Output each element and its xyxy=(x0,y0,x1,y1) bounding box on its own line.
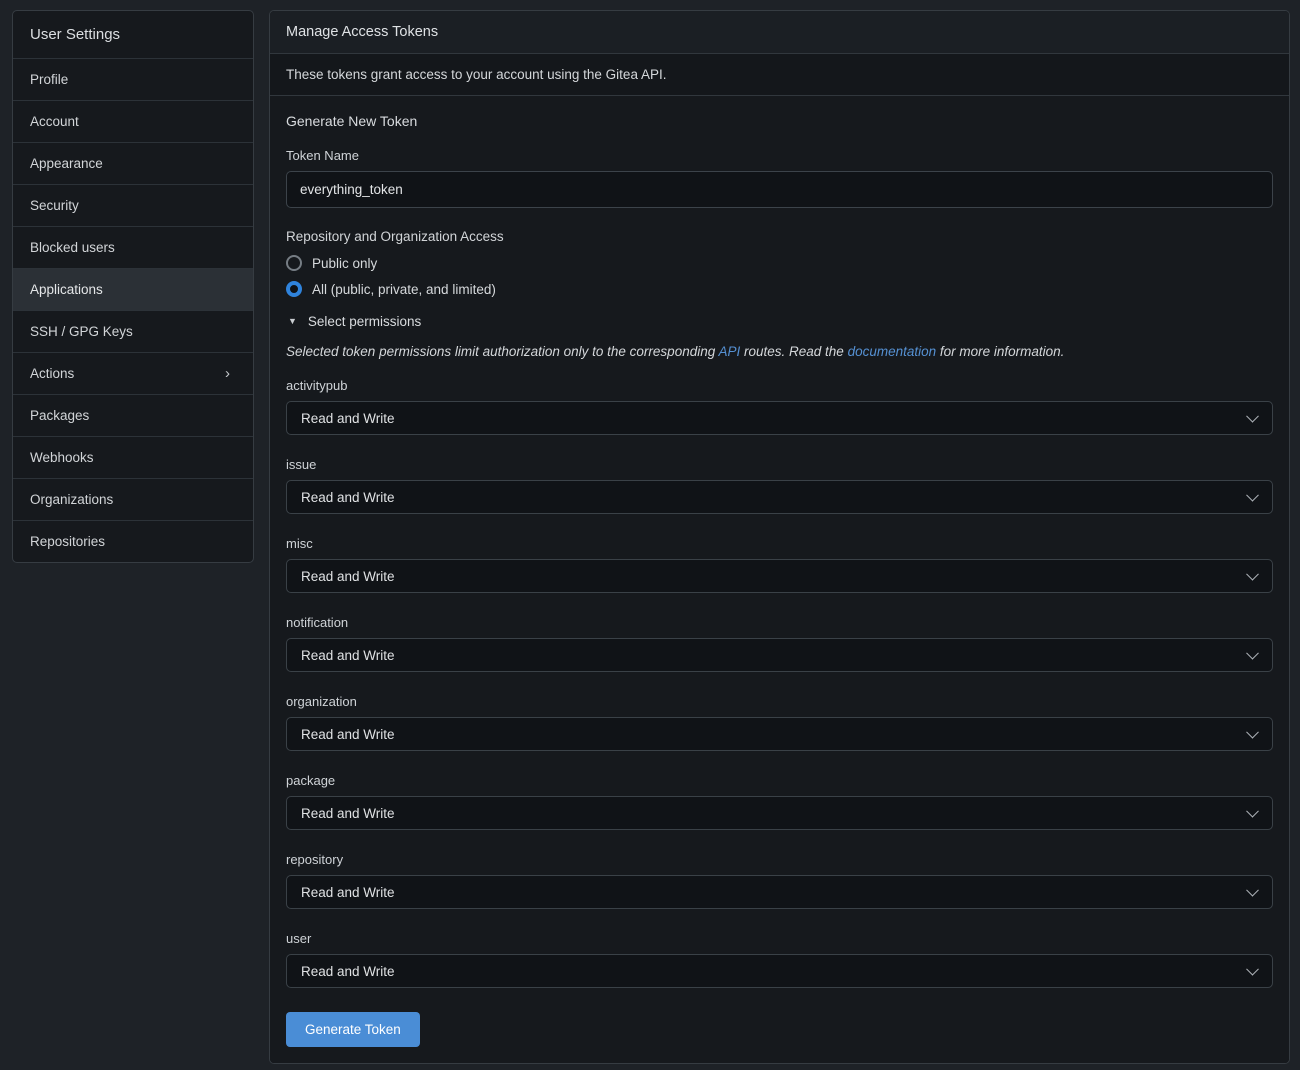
manage-tokens-panel: Manage Access Tokens These tokens grant … xyxy=(269,10,1290,1064)
radio-circle-icon[interactable] xyxy=(286,281,302,297)
sidebar-item-ssh-gpg-keys[interactable]: SSH / GPG Keys xyxy=(13,310,253,352)
sidebar-item-label: Organizations xyxy=(30,492,113,507)
sidebar-item-blocked-users[interactable]: Blocked users xyxy=(13,226,253,268)
chevron-down-icon xyxy=(1246,568,1259,581)
permission-group-user: user Read and Write xyxy=(286,931,1273,988)
panel-description: These tokens grant access to your accoun… xyxy=(270,54,1289,96)
sidebar-item-label: Repositories xyxy=(30,534,105,549)
radio-label: All (public, private, and limited) xyxy=(312,282,496,297)
api-link[interactable]: API xyxy=(718,344,740,359)
permission-select-notification[interactable]: Read and Write xyxy=(286,638,1273,672)
permission-group-misc: misc Read and Write xyxy=(286,536,1273,593)
sidebar-item-label: Security xyxy=(30,198,79,213)
sidebar-item-label: Packages xyxy=(30,408,89,423)
selected-value: Read and Write xyxy=(301,885,395,900)
permission-select-misc[interactable]: Read and Write xyxy=(286,559,1273,593)
chevron-down-icon xyxy=(1246,726,1259,739)
permission-label: activitypub xyxy=(286,378,1273,393)
access-scope-label: Repository and Organization Access xyxy=(286,229,1273,244)
permission-label: user xyxy=(286,931,1273,946)
sidebar-item-appearance[interactable]: Appearance xyxy=(13,142,253,184)
sidebar-item-label: Profile xyxy=(30,72,68,87)
permission-select-user[interactable]: Read and Write xyxy=(286,954,1273,988)
note-text: for more information. xyxy=(936,344,1064,359)
documentation-link[interactable]: documentation xyxy=(848,344,937,359)
chevron-down-icon xyxy=(1246,805,1259,818)
generate-token-form: Generate New Token Token Name Repository… xyxy=(270,96,1289,1063)
permission-groups: activitypub Read and Write issue Read and W… xyxy=(286,378,1273,988)
page-root: User Settings Profile Account Appearance Se… xyxy=(0,0,1300,1070)
radio-option-public-only[interactable]: Public only xyxy=(286,255,377,271)
permission-group-package: package Read and Write xyxy=(286,773,1273,830)
sidebar-item-organizations[interactable]: Organizations xyxy=(13,478,253,520)
sidebar-item-webhooks[interactable]: Webhooks xyxy=(13,436,253,478)
sidebar-item-label: Applications xyxy=(30,282,103,297)
sidebar-item-profile[interactable]: Profile xyxy=(13,58,253,100)
permission-label: issue xyxy=(286,457,1273,472)
permission-group-organization: organization Read and Write xyxy=(286,694,1273,751)
permission-select-organization[interactable]: Read and Write xyxy=(286,717,1273,751)
sidebar-item-label: Webhooks xyxy=(30,450,94,465)
permission-label: organization xyxy=(286,694,1273,709)
sidebar-item-label: Appearance xyxy=(30,156,103,171)
sidebar-item-actions[interactable]: Actions › xyxy=(13,352,253,394)
generate-token-button[interactable]: Generate Token xyxy=(286,1012,420,1047)
chevron-down-icon xyxy=(1246,884,1259,897)
permission-select-issue[interactable]: Read and Write xyxy=(286,480,1273,514)
sidebar-item-label: Account xyxy=(30,114,79,129)
section-title: Generate New Token xyxy=(286,113,1273,129)
radio-circle-icon[interactable] xyxy=(286,255,302,271)
sidebar-item-label: Blocked users xyxy=(30,240,115,255)
sidebar-item-packages[interactable]: Packages xyxy=(13,394,253,436)
sidebar-item-label: Actions xyxy=(30,366,74,381)
permission-label: repository xyxy=(286,852,1273,867)
sidebar-nav: Profile Account Appearance Security Blocked … xyxy=(13,58,253,562)
radio-option-all-public-private-and-limited[interactable]: All (public, private, and limited) xyxy=(286,281,496,297)
triangle-down-icon: ▼ xyxy=(288,317,297,326)
permission-label: package xyxy=(286,773,1273,788)
permission-label: misc xyxy=(286,536,1273,551)
chevron-down-icon xyxy=(1246,963,1259,976)
selected-value: Read and Write xyxy=(301,648,395,663)
permission-group-issue: issue Read and Write xyxy=(286,457,1273,514)
note-text: Selected token permissions limit authori… xyxy=(286,344,718,359)
permission-label: notification xyxy=(286,615,1273,630)
selected-value: Read and Write xyxy=(301,411,395,426)
access-scope-options: Public only All (public, private, and lim… xyxy=(286,255,1273,297)
sidebar-item-security[interactable]: Security xyxy=(13,184,253,226)
permission-group-repository: repository Read and Write xyxy=(286,852,1273,909)
permission-select-repository[interactable]: Read and Write xyxy=(286,875,1273,909)
radio-label: Public only xyxy=(312,256,377,271)
settings-sidebar: User Settings Profile Account Appearance Se… xyxy=(12,10,254,563)
token-name-label: Token Name xyxy=(286,148,1273,163)
chevron-down-icon xyxy=(1246,489,1259,502)
permission-select-package[interactable]: Read and Write xyxy=(286,796,1273,830)
sidebar-item-applications[interactable]: Applications xyxy=(13,268,253,310)
select-permissions-toggle[interactable]: ▼ Select permissions xyxy=(288,314,421,329)
chevron-down-icon xyxy=(1246,647,1259,660)
chevron-right-icon: › xyxy=(225,366,230,381)
selected-value: Read and Write xyxy=(301,964,395,979)
note-text: routes. Read the xyxy=(740,344,847,359)
chevron-down-icon xyxy=(1246,410,1259,423)
selected-value: Read and Write xyxy=(301,806,395,821)
selected-value: Read and Write xyxy=(301,490,395,505)
sidebar-title: User Settings xyxy=(13,11,253,58)
sidebar-item-repositories[interactable]: Repositories xyxy=(13,520,253,562)
permission-group-activitypub: activitypub Read and Write xyxy=(286,378,1273,435)
select-permissions-label: Select permissions xyxy=(308,314,421,329)
permission-group-notification: notification Read and Write xyxy=(286,615,1273,672)
selected-value: Read and Write xyxy=(301,727,395,742)
sidebar-item-account[interactable]: Account xyxy=(13,100,253,142)
permissions-note: Selected token permissions limit authori… xyxy=(286,344,1273,359)
panel-title: Manage Access Tokens xyxy=(270,11,1289,54)
sidebar-item-label: SSH / GPG Keys xyxy=(30,324,133,339)
selected-value: Read and Write xyxy=(301,569,395,584)
token-name-input[interactable] xyxy=(286,171,1273,208)
permission-select-activitypub[interactable]: Read and Write xyxy=(286,401,1273,435)
